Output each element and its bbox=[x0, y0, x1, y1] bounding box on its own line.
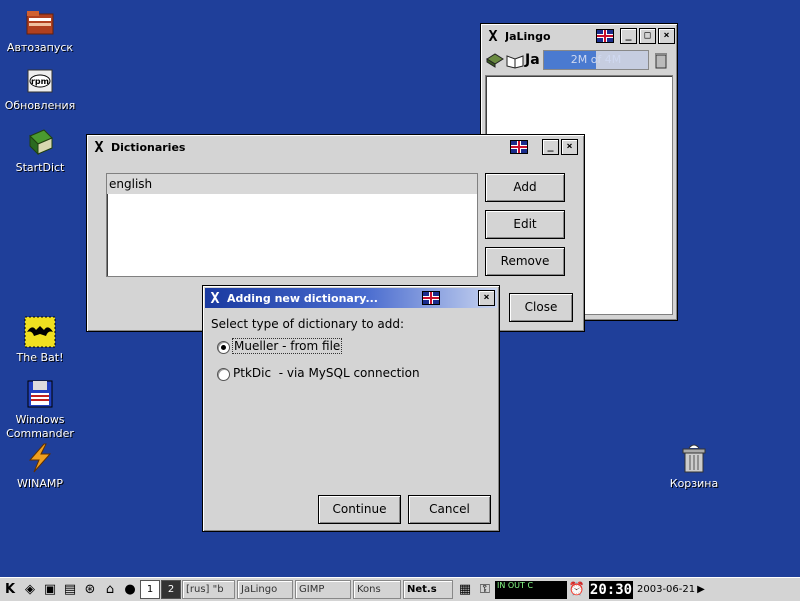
add-button[interactable]: Add bbox=[485, 173, 565, 202]
date[interactable]: 2003-06-21 bbox=[637, 584, 695, 595]
minimize-button[interactable]: _ bbox=[620, 28, 637, 44]
editor-icon[interactable]: ▤ bbox=[61, 581, 79, 599]
window-title: Adding new dictionary... bbox=[227, 291, 378, 305]
add-dictionary-dialog: X Adding new dictionary... × Select type… bbox=[202, 285, 500, 532]
scroll-right-icon[interactable]: ▶ bbox=[697, 584, 705, 595]
task-jalingo[interactable]: JaLingo bbox=[237, 580, 293, 599]
alarm-clock-icon[interactable]: ⏰ bbox=[568, 581, 586, 599]
close-button[interactable]: × bbox=[561, 139, 578, 155]
x-logo-icon: X bbox=[210, 289, 220, 307]
list-item[interactable]: english bbox=[107, 174, 477, 194]
books-icon[interactable] bbox=[485, 51, 505, 69]
desktop-icon-label: The Bat! bbox=[16, 351, 64, 364]
task-konsole[interactable]: Kons bbox=[353, 580, 401, 599]
mueller-option-label[interactable]: Mueller - from file bbox=[232, 338, 343, 354]
desktop-icon-label: WINAMP bbox=[17, 477, 63, 490]
jalingo-toolbar: Ja 2M of 4M bbox=[485, 49, 673, 71]
rpm-package-icon: rpm bbox=[24, 64, 56, 96]
add-dictionary-titlebar[interactable]: X Adding new dictionary... × bbox=[205, 288, 497, 308]
close-dialog-button[interactable]: Close bbox=[509, 293, 573, 322]
close-button[interactable]: × bbox=[478, 290, 495, 306]
minimize-button[interactable]: _ bbox=[542, 139, 559, 155]
bat-icon bbox=[24, 316, 56, 348]
desktop-icon-label: Обновления bbox=[4, 99, 76, 112]
folder-icon bbox=[24, 6, 56, 38]
uk-flag-icon[interactable] bbox=[510, 140, 528, 154]
open-book-icon[interactable] bbox=[505, 51, 525, 69]
kde-menu-icon[interactable]: K bbox=[1, 581, 19, 599]
cancel-button[interactable]: Cancel bbox=[408, 495, 491, 524]
uk-flag-icon[interactable] bbox=[422, 291, 440, 305]
terminal-icon[interactable]: ▣ bbox=[41, 581, 59, 599]
desktop-icon-wincmd[interactable]: Windows Commander bbox=[0, 378, 80, 441]
pager-desktop-1[interactable]: 1 bbox=[140, 580, 160, 599]
desktop-icon-winamp[interactable]: WINAMP bbox=[0, 442, 80, 491]
task-netscape[interactable]: Net.s bbox=[403, 580, 453, 599]
lightning-icon bbox=[24, 442, 56, 474]
desktop-icon-trash[interactable]: Корзина bbox=[654, 442, 734, 491]
task-rus[interactable]: [rus] "b bbox=[182, 580, 235, 599]
home-icon[interactable]: ⌂ bbox=[101, 581, 119, 599]
memory-meter-label: 2M of 4M bbox=[570, 53, 622, 66]
desktop-icon-autostart[interactable]: Автозапуск bbox=[0, 6, 80, 55]
remove-button[interactable]: Remove bbox=[485, 247, 565, 276]
pager-desktop-2[interactable]: 2 bbox=[161, 580, 181, 599]
task-gimp[interactable]: GIMP bbox=[295, 580, 351, 599]
desktop-icon-label: Корзина bbox=[669, 477, 719, 490]
edit-button[interactable]: Edit bbox=[485, 210, 565, 239]
memory-meter: 2M of 4M bbox=[542, 50, 650, 70]
calculator-icon[interactable]: ▦ bbox=[456, 581, 474, 599]
jalingo-titlebar[interactable]: X JaLingo _ □ × bbox=[483, 26, 675, 46]
book-icon bbox=[24, 126, 56, 158]
desktop-icon-label: Автозапуск bbox=[6, 41, 74, 54]
desktop-icon[interactable]: ◈ bbox=[21, 581, 39, 599]
lock-icon[interactable]: ⚿ bbox=[476, 581, 494, 599]
clock[interactable]: 20:30 bbox=[589, 580, 633, 599]
x-logo-icon: X bbox=[488, 27, 498, 45]
svg-text:rpm: rpm bbox=[31, 77, 49, 86]
help-icon[interactable]: ⊛ bbox=[81, 581, 99, 599]
window-title: Dictionaries bbox=[111, 140, 186, 154]
network-monitor: IN OUT C bbox=[495, 580, 567, 599]
taskbar: K ◈ ▣ ▤ ⊛ ⌂ ● 1 2 [rus] "b JaLingo GIMP … bbox=[0, 577, 800, 601]
dictionary-list[interactable]: english bbox=[106, 173, 478, 277]
maximize-button[interactable]: □ bbox=[639, 28, 656, 44]
desktop-icon-updates[interactable]: rpm Обновления bbox=[0, 64, 80, 113]
uk-flag-icon[interactable] bbox=[596, 29, 614, 43]
jalingo-toolbar-label[interactable]: Ja bbox=[525, 52, 543, 68]
ptkdic-radio[interactable] bbox=[217, 368, 230, 381]
desktop-icon-thebat[interactable]: The Bat! bbox=[0, 316, 80, 365]
desktop-icon-label: StartDict bbox=[15, 161, 65, 174]
ptkdic-option-label[interactable]: PtkDic - via MySQL connection bbox=[233, 366, 420, 380]
desktop-icon-startdict[interactable]: StartDict bbox=[0, 126, 80, 175]
trash-icon bbox=[678, 442, 710, 474]
dialog-prompt: Select type of dictionary to add: bbox=[211, 317, 405, 331]
close-button[interactable]: × bbox=[658, 28, 675, 44]
desktop-icon-label: Windows Commander bbox=[6, 413, 74, 440]
x-logo-icon: X bbox=[94, 138, 104, 156]
browser-icon[interactable]: ● bbox=[121, 581, 139, 599]
floppy-icon bbox=[24, 378, 56, 410]
dictionaries-titlebar[interactable]: X Dictionaries _ × bbox=[89, 137, 582, 157]
window-title: JaLingo bbox=[505, 29, 551, 43]
trash-icon[interactable] bbox=[653, 51, 673, 69]
continue-button[interactable]: Continue bbox=[318, 495, 401, 524]
mueller-radio[interactable] bbox=[217, 341, 230, 354]
